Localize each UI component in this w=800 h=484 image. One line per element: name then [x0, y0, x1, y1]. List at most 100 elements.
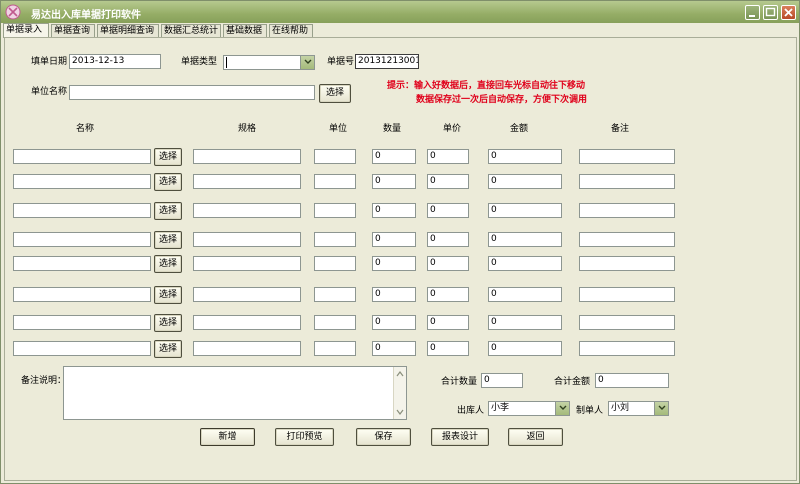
close-button[interactable]: [781, 5, 796, 20]
item-name-field[interactable]: [13, 341, 151, 356]
item-select-button[interactable]: 选择: [154, 148, 182, 166]
creator-dropdown-button[interactable]: [654, 402, 668, 415]
unit-field[interactable]: [314, 315, 356, 330]
amount-field[interactable]: 0: [488, 256, 562, 271]
item-select-button[interactable]: 选择: [154, 286, 182, 304]
creator-value: 小刘: [611, 403, 630, 413]
item-name-field[interactable]: [13, 315, 151, 330]
unit-price-field[interactable]: 0: [427, 232, 469, 247]
note-field[interactable]: [579, 203, 675, 218]
spec-field[interactable]: [193, 149, 301, 164]
quantity-field[interactable]: 0: [372, 315, 416, 330]
minimize-icon: [749, 15, 755, 17]
note-field[interactable]: [579, 149, 675, 164]
unit-price-field[interactable]: 0: [427, 174, 469, 189]
tab-basic-data[interactable]: 基础数据: [223, 24, 267, 38]
tab-data-summary[interactable]: 数据汇总统计: [161, 24, 221, 38]
unit-field[interactable]: [314, 174, 356, 189]
report-design-button[interactable]: 报表设计: [431, 428, 489, 446]
new-button[interactable]: 新增: [200, 428, 255, 446]
minimize-button[interactable]: [745, 5, 760, 20]
creator-select[interactable]: 小刘: [608, 401, 669, 416]
item-name-field[interactable]: [13, 203, 151, 218]
tab-online-help[interactable]: 在线帮助: [269, 24, 313, 38]
quantity-field[interactable]: 0: [372, 341, 416, 356]
back-button[interactable]: 返回: [508, 428, 563, 446]
item-name-field[interactable]: [13, 256, 151, 271]
outbound-person-select[interactable]: 小李: [488, 401, 570, 416]
spec-field[interactable]: [193, 315, 301, 330]
note-field[interactable]: [579, 232, 675, 247]
unit-price-field[interactable]: 0: [427, 256, 469, 271]
document-type-dropdown-button[interactable]: [300, 56, 314, 69]
quantity-field[interactable]: 0: [372, 232, 416, 247]
spec-field[interactable]: [193, 174, 301, 189]
amount-field[interactable]: 0: [488, 203, 562, 218]
spec-field[interactable]: [193, 256, 301, 271]
quantity-field[interactable]: 0: [372, 174, 416, 189]
document-number-field[interactable]: 20131213001: [355, 54, 419, 69]
unit-field[interactable]: [314, 203, 356, 218]
amount-field[interactable]: 0: [488, 232, 562, 247]
remark-textarea[interactable]: [63, 366, 407, 420]
outbound-person-dropdown-button[interactable]: [555, 402, 569, 415]
print-preview-button[interactable]: 打印预览: [275, 428, 334, 446]
unit-field[interactable]: [314, 341, 356, 356]
header-spec: 规格: [238, 124, 257, 134]
unit-field[interactable]: [314, 256, 356, 271]
amount-field[interactable]: 0: [488, 149, 562, 164]
amount-field[interactable]: 0: [488, 341, 562, 356]
note-field[interactable]: [579, 256, 675, 271]
item-name-field[interactable]: [13, 287, 151, 302]
quantity-field[interactable]: 0: [372, 256, 416, 271]
item-select-button[interactable]: 选择: [154, 202, 182, 220]
unit-field[interactable]: [314, 287, 356, 302]
unit-price-field[interactable]: 0: [427, 341, 469, 356]
amount-field[interactable]: 0: [488, 315, 562, 330]
date-field[interactable]: 2013-12-13: [69, 54, 161, 69]
quantity-field[interactable]: 0: [372, 203, 416, 218]
item-name-field[interactable]: [13, 174, 151, 189]
item-select-button[interactable]: 选择: [154, 314, 182, 332]
tab-document-query[interactable]: 单据查询: [51, 24, 95, 38]
unit-name-field[interactable]: [69, 85, 315, 100]
note-field[interactable]: [579, 315, 675, 330]
title-bar[interactable]: 易达出入库单据打印软件: [1, 1, 799, 23]
save-button[interactable]: 保存: [356, 428, 411, 446]
document-type-select[interactable]: [223, 55, 315, 70]
note-field[interactable]: [579, 341, 675, 356]
remark-scrollbar[interactable]: [393, 367, 406, 419]
amount-field[interactable]: 0: [488, 287, 562, 302]
scroll-up-icon[interactable]: [395, 369, 405, 379]
unit-price-field[interactable]: 0: [427, 149, 469, 164]
unit-price-field[interactable]: 0: [427, 287, 469, 302]
document-type-label: 单据类型: [181, 57, 218, 67]
item-select-button[interactable]: 选择: [154, 173, 182, 191]
total-amount-field[interactable]: 0: [595, 373, 669, 388]
quantity-field[interactable]: 0: [372, 287, 416, 302]
total-quantity-label: 合计数量: [441, 377, 478, 387]
quantity-field[interactable]: 0: [372, 149, 416, 164]
amount-field[interactable]: 0: [488, 174, 562, 189]
unit-select-button[interactable]: 选择: [319, 84, 351, 103]
item-select-button[interactable]: 选择: [154, 255, 182, 273]
spec-field[interactable]: [193, 203, 301, 218]
spec-field[interactable]: [193, 287, 301, 302]
total-quantity-field[interactable]: 0: [481, 373, 523, 388]
item-name-field[interactable]: [13, 232, 151, 247]
spec-field[interactable]: [193, 232, 301, 247]
maximize-button[interactable]: [763, 5, 778, 20]
unit-field[interactable]: [314, 149, 356, 164]
item-name-field[interactable]: [13, 149, 151, 164]
spec-field[interactable]: [193, 341, 301, 356]
tab-document-entry[interactable]: 单据录入: [3, 23, 49, 38]
scroll-down-icon[interactable]: [395, 407, 405, 417]
item-select-button[interactable]: 选择: [154, 340, 182, 358]
item-select-button[interactable]: 选择: [154, 231, 182, 249]
unit-price-field[interactable]: 0: [427, 203, 469, 218]
unit-field[interactable]: [314, 232, 356, 247]
tab-detail-query[interactable]: 单据明细查询: [97, 24, 159, 38]
unit-price-field[interactable]: 0: [427, 315, 469, 330]
note-field[interactable]: [579, 174, 675, 189]
note-field[interactable]: [579, 287, 675, 302]
